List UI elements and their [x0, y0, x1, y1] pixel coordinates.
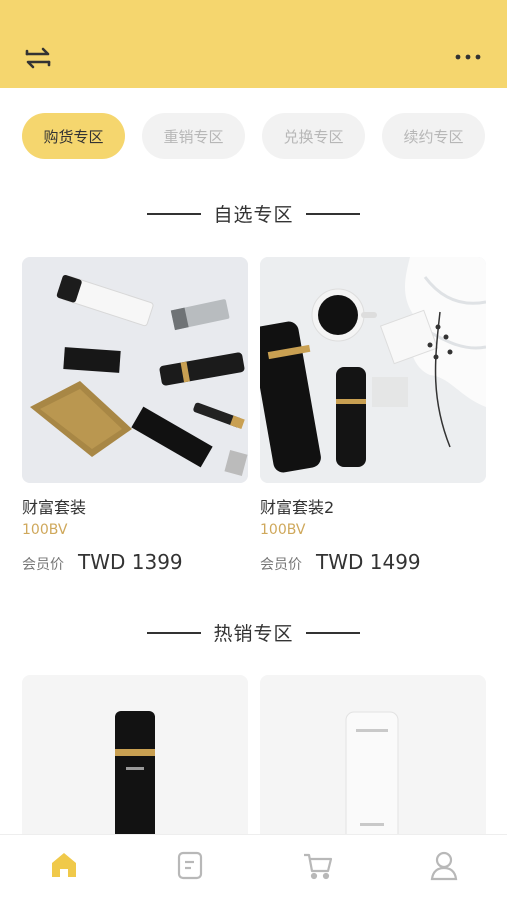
product-name: 财富套装	[22, 498, 87, 517]
home-icon[interactable]	[48, 849, 80, 881]
product-image	[115, 711, 155, 845]
price-label: 会员价	[260, 557, 302, 573]
tab-purchase[interactable]: 购货专区	[22, 113, 125, 159]
profile-icon[interactable]	[428, 849, 460, 881]
product-price: TWD 1499	[316, 550, 421, 574]
divider	[147, 631, 202, 634]
product-bv: 100BV	[22, 522, 68, 538]
price-label: 会员价	[22, 557, 64, 573]
tab-renewal[interactable]: 续约专区	[382, 113, 485, 159]
featured-section-header: 自选专区	[0, 200, 507, 227]
product-name: 财富套装2	[260, 498, 335, 517]
hot-section-header: 热销专区	[0, 619, 507, 646]
product-card[interactable]	[22, 675, 248, 845]
divider	[147, 212, 202, 215]
product-card[interactable]	[260, 675, 486, 845]
product-card[interactable]: 财富套装2 100BV 会员价 TWD 1499	[260, 257, 486, 574]
product-card[interactable]: 财富套装 100BV 会员价 TWD 1399	[22, 257, 248, 574]
bottom-nav	[0, 834, 507, 900]
tab-exchange[interactable]: 兑换专区	[262, 113, 365, 159]
product-bv: 100BV	[260, 522, 306, 538]
category-tabs: 购货专区 重销专区 兑换专区 续约专区	[0, 113, 507, 161]
cart-icon[interactable]	[302, 849, 334, 881]
divider	[305, 212, 360, 215]
product-image	[260, 257, 486, 483]
section-title: 热销专区	[213, 623, 294, 645]
tab-resale[interactable]: 重销专区	[142, 113, 245, 159]
product-image	[345, 711, 399, 845]
more-icon[interactable]	[453, 48, 483, 66]
swap-icon[interactable]	[22, 42, 54, 74]
product-image	[22, 257, 248, 483]
product-price: TWD 1399	[78, 550, 183, 574]
section-title: 自选专区	[213, 204, 294, 226]
divider	[305, 631, 360, 634]
top-bar	[0, 0, 507, 88]
orders-icon[interactable]	[174, 849, 206, 881]
